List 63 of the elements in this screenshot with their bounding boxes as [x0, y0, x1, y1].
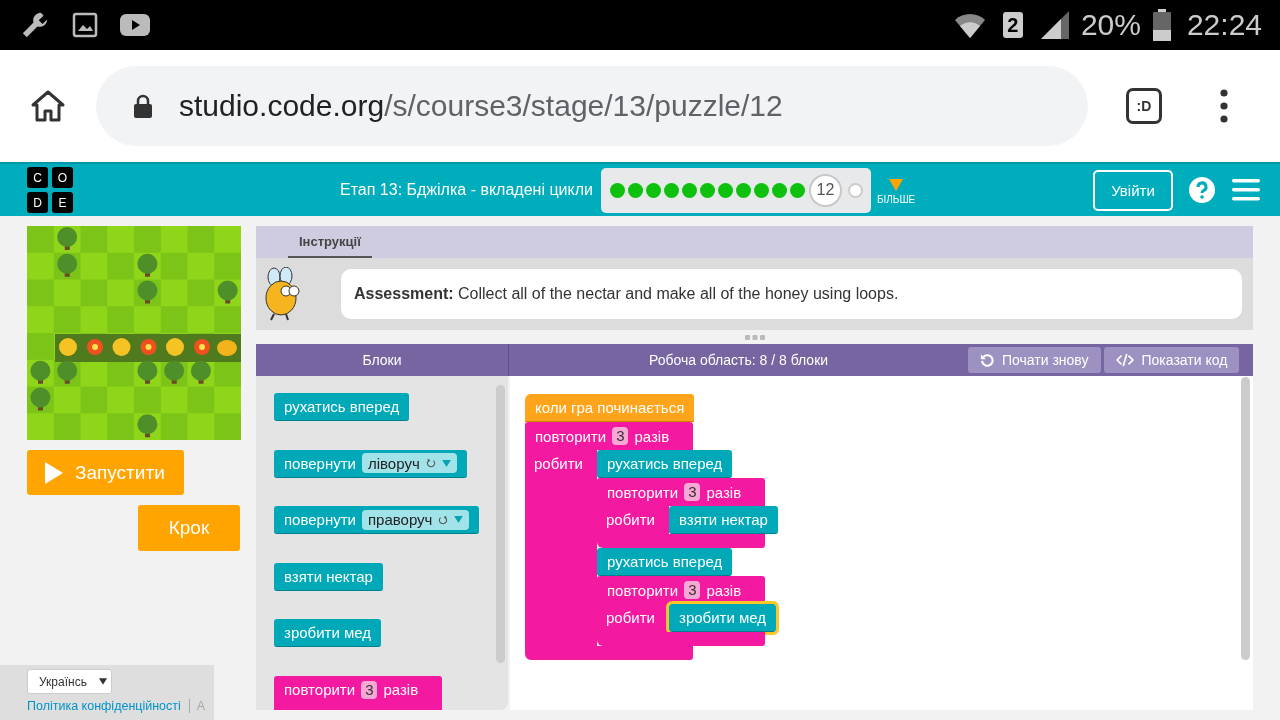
repeat-block[interactable]: повторити 3 разів — [597, 576, 765, 604]
level-dot[interactable] — [717, 182, 733, 198]
logo-tile[interactable]: O — [52, 167, 73, 188]
count-field[interactable]: 3 — [612, 427, 629, 445]
loop-arm: робити — [525, 450, 597, 646]
level-dot[interactable] — [699, 182, 715, 198]
video-icon — [120, 14, 150, 36]
language-select[interactable]: Українсь — [27, 669, 112, 694]
workspace-title: Робоча область: 8 / 8 блоки — [647, 352, 830, 368]
level-dot[interactable] — [789, 182, 805, 198]
signal-icon — [1040, 11, 1069, 39]
sim-indicator: 2 — [1002, 12, 1023, 38]
help-icon[interactable] — [1189, 177, 1215, 203]
count-field[interactable]: 3 — [684, 483, 701, 501]
dropdown-triangle-icon[interactable] — [889, 179, 904, 191]
code-icon — [1115, 353, 1134, 367]
current-level[interactable]: 12 — [808, 173, 842, 207]
level-dot[interactable] — [609, 182, 625, 198]
scrollbar[interactable] — [496, 385, 505, 663]
home-icon[interactable] — [30, 89, 66, 123]
level-dot[interactable] — [771, 182, 787, 198]
repeat-block[interactable]: повторити 3 разів — [274, 675, 442, 704]
direction-dropdown[interactable]: праворуч — [362, 509, 470, 530]
caret-icon — [441, 459, 451, 467]
wrench-icon — [20, 10, 50, 40]
level-dot[interactable] — [753, 182, 769, 198]
logo-tile[interactable]: C — [27, 167, 48, 188]
clock: 22:24 — [1186, 8, 1262, 42]
battery-icon — [1152, 9, 1171, 41]
battery-percent: 20% — [1080, 8, 1141, 42]
instructions-tab[interactable]: Інструкції — [288, 226, 372, 258]
loop-arm: робити — [597, 506, 669, 534]
logo-tile[interactable]: E — [52, 192, 73, 213]
caret-icon — [99, 678, 107, 685]
repeat-block[interactable]: повторити 3 разів — [525, 422, 693, 450]
menu-icon[interactable] — [1220, 89, 1228, 123]
image-icon — [72, 12, 98, 38]
play-icon — [45, 461, 63, 484]
level-dot[interactable] — [627, 182, 643, 198]
level-dot[interactable] — [681, 182, 697, 198]
lock-icon — [133, 94, 153, 118]
code-block[interactable]: повернути ліворуч — [274, 449, 467, 478]
instruction-text: Assessment: Collect all of the nectar and make all of the honey using loops. — [341, 269, 1242, 319]
level-dot[interactable] — [645, 182, 661, 198]
scrollbar[interactable] — [1241, 377, 1250, 660]
resize-handle-icon[interactable] — [744, 334, 765, 340]
logo-tile[interactable]: D — [27, 192, 48, 213]
address-bar[interactable]: studio.code.org/s/course3/stage/13/puzzle/12 — [96, 66, 1088, 146]
tab-switcher-button[interactable]: :D — [1126, 88, 1162, 124]
code-block[interactable]: повернути праворуч — [274, 506, 480, 534]
stage-title: Етап 13: Бджілка - вкладені цикли — [340, 181, 593, 199]
url-text: studio.code.org/s/course3/stage/13/puzzle/12 — [179, 89, 783, 123]
caret-icon — [454, 516, 464, 523]
count-field[interactable]: 3 — [361, 680, 378, 699]
level-dot[interactable] — [735, 182, 751, 198]
level-dot[interactable] — [847, 182, 863, 198]
loop-arm: робити — [597, 604, 669, 632]
level-dot[interactable] — [663, 182, 679, 198]
count-field[interactable]: 3 — [684, 581, 701, 599]
restart-icon — [980, 353, 994, 367]
direction-dropdown[interactable]: ліворуч — [362, 453, 457, 473]
repeat-block[interactable]: повторити 3 разів — [597, 478, 765, 506]
wifi-icon — [954, 12, 985, 38]
